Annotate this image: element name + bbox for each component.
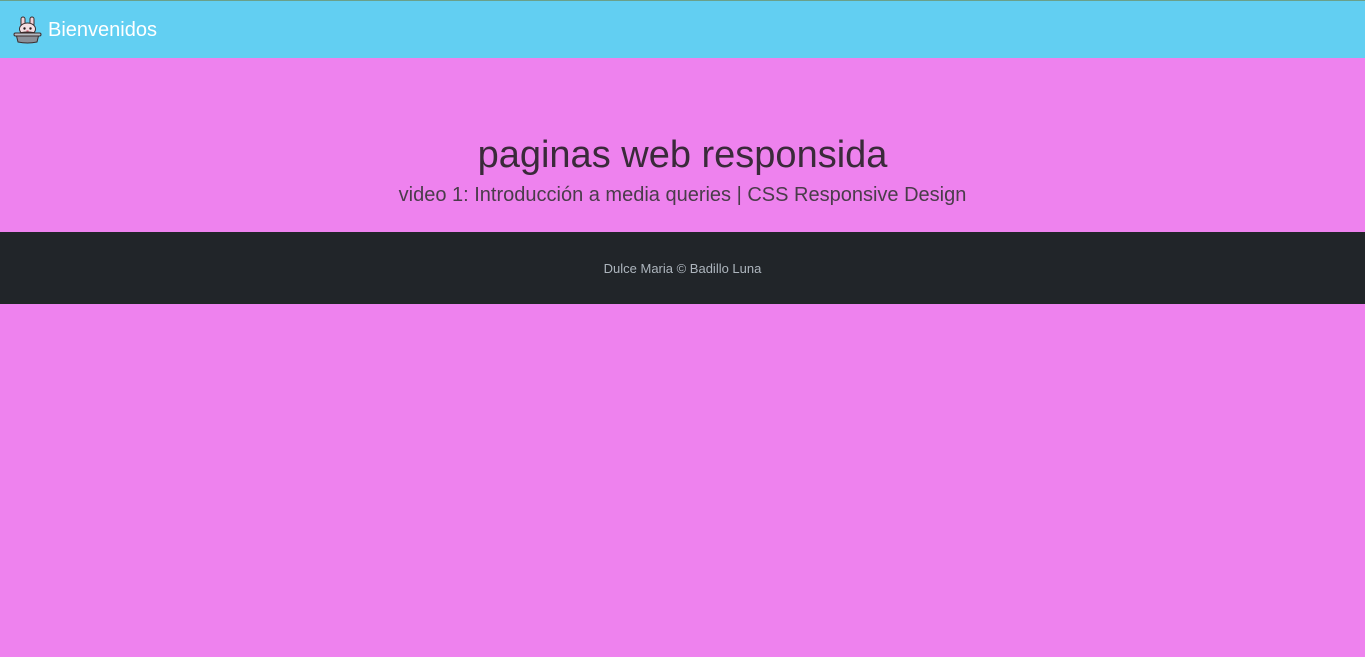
- bunny-icon: [12, 16, 43, 44]
- navbar-brand-label: Bienvenidos: [48, 18, 157, 41]
- page-title: paginas web responsida: [477, 134, 888, 176]
- footer: Dulce Maria © Badillo Luna: [0, 232, 1365, 304]
- page-subtitle: video 1: Introducción a media queries | …: [398, 183, 967, 206]
- footer-copyright: Dulce Maria © Badillo Luna: [603, 260, 762, 276]
- hero-section: paginas web responsida video 1: Introduc…: [0, 58, 1365, 232]
- navbar: Bienvenidos: [0, 1, 1365, 58]
- navbar-brand-link[interactable]: Bienvenidos: [12, 16, 157, 44]
